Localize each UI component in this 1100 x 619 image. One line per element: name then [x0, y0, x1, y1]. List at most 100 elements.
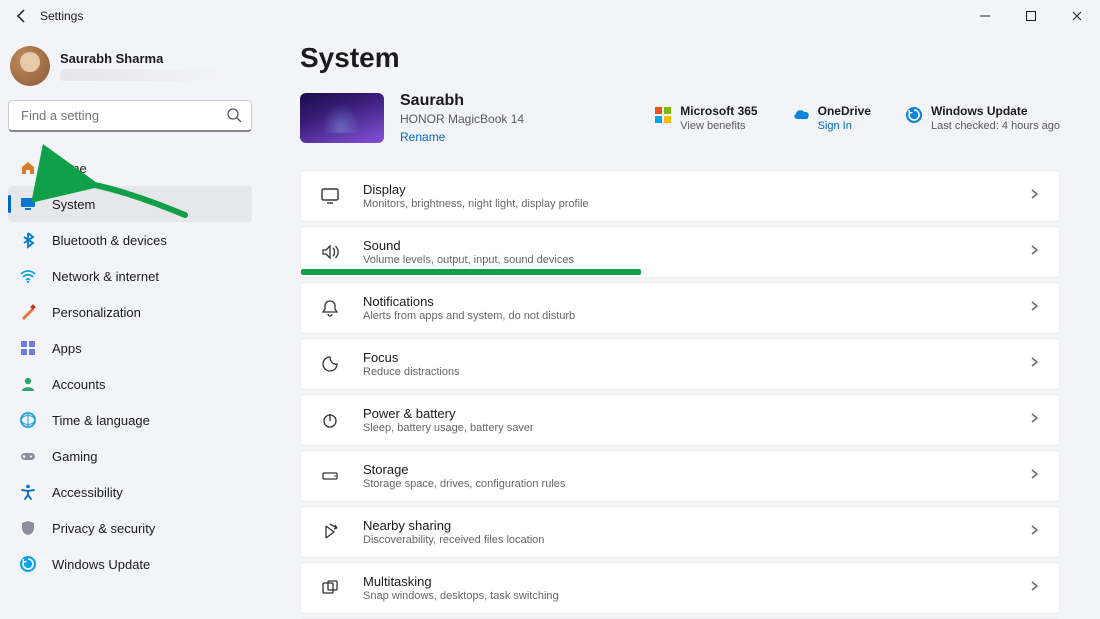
settings-row-nearby[interactable]: Nearby sharingDiscoverability, received …	[300, 506, 1060, 558]
main-content: System Saurabh HONOR MagicBook 14 Rename…	[260, 32, 1100, 619]
update-title: Windows Update	[931, 104, 1060, 118]
sidebar-item-label: Accessibility	[52, 485, 123, 500]
chevron-right-icon	[1027, 579, 1041, 598]
sidebar-item-label: Accounts	[52, 377, 105, 392]
window-controls	[962, 0, 1100, 32]
accessibility-icon	[18, 482, 38, 502]
chevron-right-icon	[1027, 523, 1041, 542]
bluetooth-icon	[18, 230, 38, 250]
sidebar-item-bluetooth[interactable]: Bluetooth & devices	[8, 222, 252, 258]
accounts-icon	[18, 374, 38, 394]
sidebar-item-label: Home	[52, 161, 87, 176]
settings-row-power[interactable]: Power & batterySleep, battery usage, bat…	[300, 394, 1060, 446]
row-title: Power & battery	[363, 406, 534, 421]
device-hero: Saurabh HONOR MagicBook 14 Rename Micros…	[300, 92, 1060, 144]
power-icon	[319, 409, 341, 431]
update-icon	[905, 106, 923, 124]
onedrive-signin-link[interactable]: Sign In	[818, 120, 852, 132]
settings-row-focus[interactable]: FocusReduce distractions	[300, 338, 1060, 390]
chevron-right-icon	[1027, 411, 1041, 430]
row-title: Multitasking	[363, 574, 559, 589]
chevron-right-icon	[1027, 355, 1041, 374]
sidebar-item-apps[interactable]: Apps	[8, 330, 252, 366]
row-subtitle: Volume levels, output, input, sound devi…	[363, 254, 574, 266]
row-title: Sound	[363, 238, 574, 253]
search-icon	[226, 107, 242, 128]
chevron-right-icon	[1027, 187, 1041, 206]
sidebar-item-system[interactable]: System	[8, 186, 252, 222]
focus-icon	[319, 353, 341, 375]
settings-row-storage[interactable]: StorageStorage space, drives, configurat…	[300, 450, 1060, 502]
settings-list: DisplayMonitors, brightness, night light…	[300, 170, 1060, 619]
m365-sub: View benefits	[680, 120, 757, 132]
system-icon	[18, 194, 38, 214]
row-subtitle: Storage space, drives, configuration rul…	[363, 478, 565, 490]
window-title: Settings	[40, 9, 83, 23]
sidebar-item-label: Personalization	[52, 305, 141, 320]
sidebar-item-accessibility[interactable]: Accessibility	[8, 474, 252, 510]
gaming-icon	[18, 446, 38, 466]
settings-row-multitasking[interactable]: MultitaskingSnap windows, desktops, task…	[300, 562, 1060, 614]
account-header[interactable]: Saurabh Sharma	[10, 46, 250, 86]
chevron-right-icon	[1027, 299, 1041, 318]
sidebar-item-home[interactable]: Home	[8, 150, 252, 186]
avatar	[10, 46, 50, 86]
apps-icon	[18, 338, 38, 358]
windows-update-pill[interactable]: Windows Update Last checked: 4 hours ago	[905, 104, 1060, 132]
sidebar-item-gaming[interactable]: Gaming	[8, 438, 252, 474]
account-email-placeholder	[60, 69, 230, 81]
sidebar-item-label: Windows Update	[52, 557, 150, 572]
minimize-button[interactable]	[962, 0, 1008, 32]
sidebar-item-privacy[interactable]: Privacy & security	[8, 510, 252, 546]
sidebar-item-network[interactable]: Network & internet	[8, 258, 252, 294]
network-icon	[18, 266, 38, 286]
page-title: System	[300, 42, 1060, 74]
sidebar-item-time[interactable]: Time & language	[8, 402, 252, 438]
onedrive-title: OneDrive	[818, 104, 871, 118]
personalization-icon	[18, 302, 38, 322]
m365-icon	[654, 106, 672, 124]
row-title: Display	[363, 182, 589, 197]
chevron-right-icon	[1027, 243, 1041, 262]
close-button[interactable]	[1054, 0, 1100, 32]
settings-row-display[interactable]: DisplayMonitors, brightness, night light…	[300, 170, 1060, 222]
nearby-icon	[319, 521, 341, 543]
microsoft-365-pill[interactable]: Microsoft 365 View benefits	[654, 104, 757, 132]
device-image	[300, 93, 384, 143]
rename-link[interactable]: Rename	[400, 130, 524, 144]
sidebar-item-accounts[interactable]: Accounts	[8, 366, 252, 402]
row-subtitle: Reduce distractions	[363, 366, 460, 378]
row-subtitle: Monitors, brightness, night light, displ…	[363, 198, 589, 210]
row-title: Nearby sharing	[363, 518, 544, 533]
row-subtitle: Alerts from apps and system, do not dist…	[363, 310, 575, 322]
m365-title: Microsoft 365	[680, 104, 757, 118]
notifications-icon	[319, 297, 341, 319]
account-name: Saurabh Sharma	[60, 51, 230, 66]
sidebar-item-label: Gaming	[52, 449, 98, 464]
row-title: Storage	[363, 462, 565, 477]
onedrive-pill[interactable]: OneDrive Sign In	[792, 104, 871, 132]
time-icon	[18, 410, 38, 430]
settings-row-sound[interactable]: SoundVolume levels, output, input, sound…	[300, 226, 1060, 278]
back-button[interactable]	[10, 4, 34, 28]
row-subtitle: Discoverability, received files location	[363, 534, 544, 546]
sidebar-item-personalization[interactable]: Personalization	[8, 294, 252, 330]
maximize-button[interactable]	[1008, 0, 1054, 32]
sidebar-item-label: Bluetooth & devices	[52, 233, 167, 248]
update-icon	[18, 554, 38, 574]
onedrive-icon	[792, 106, 810, 124]
device-name: Saurabh	[400, 92, 524, 110]
sidebar-item-update[interactable]: Windows Update	[8, 546, 252, 582]
row-subtitle: Sleep, battery usage, battery saver	[363, 422, 534, 434]
sidebar-item-label: Network & internet	[52, 269, 159, 284]
search-input[interactable]	[8, 100, 252, 132]
row-title: Notifications	[363, 294, 575, 309]
row-title: Focus	[363, 350, 460, 365]
update-sub: Last checked: 4 hours ago	[931, 120, 1060, 132]
sidebar-item-label: Privacy & security	[52, 521, 155, 536]
home-icon	[18, 158, 38, 178]
sidebar-item-label: System	[52, 197, 95, 212]
privacy-icon	[18, 518, 38, 538]
settings-row-notifications[interactable]: NotificationsAlerts from apps and system…	[300, 282, 1060, 334]
sidebar-item-label: Apps	[52, 341, 82, 356]
